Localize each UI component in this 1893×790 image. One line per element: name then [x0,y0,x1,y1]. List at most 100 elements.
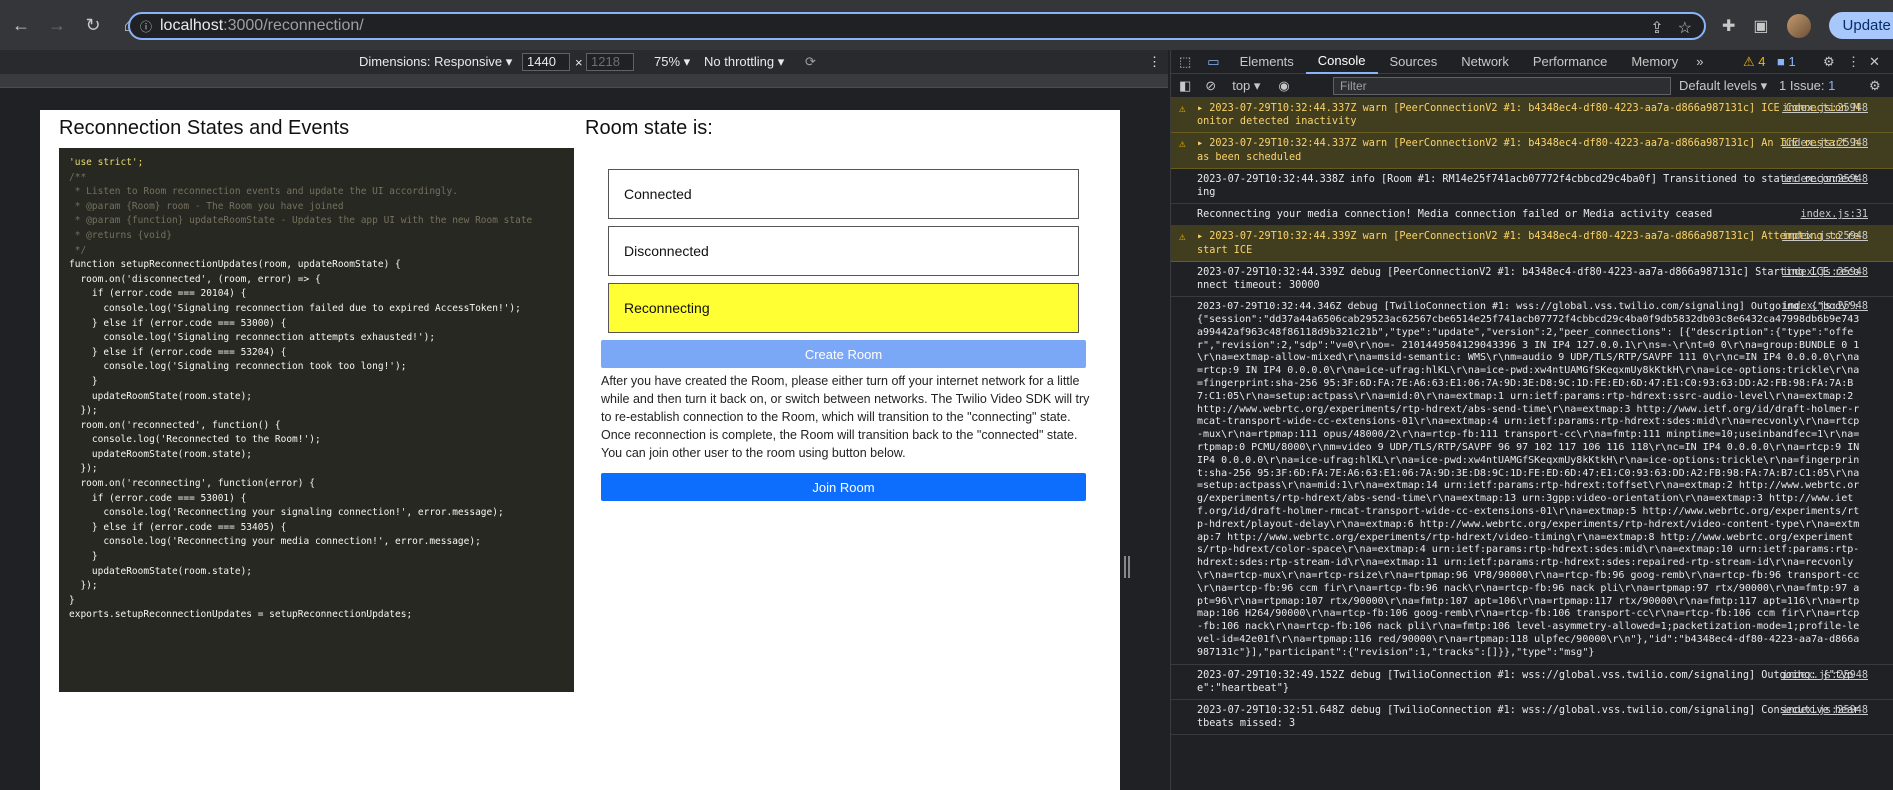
code-line: } else if (error.code === 53000) { [69,317,287,329]
more-tabs-icon[interactable]: » [1690,54,1709,69]
source-link[interactable]: index.js:25948 [1782,301,1868,314]
console-message: 2023-07-29T10:32:44.346Z debug [TwilioCo… [1171,297,1893,665]
code-line: console.log('Signaling reconnection atte… [69,332,436,344]
warning-count[interactable]: ⚠ 4 [1743,54,1766,70]
tab-network[interactable]: Network [1449,50,1521,74]
console-message: 2023-07-29T10:32:51.648Z debug [TwilioCo… [1171,700,1893,736]
web-page: Reconnection States and Events 'use stri… [40,110,1120,790]
extensions-icon[interactable]: ✚ [1722,16,1735,36]
console-messages: ⚠ ▸ 2023-07-29T10:32:44.337Z warn [PeerCo… [1171,98,1893,790]
tab-sources[interactable]: Sources [1378,50,1450,74]
code-line: updateRoomState(room.state); [69,448,253,460]
zoom-label: 75% [654,54,681,69]
create-room-button[interactable]: Create Room [601,340,1086,368]
tab-memory[interactable]: Memory [1619,50,1690,74]
source-link[interactable]: index.js:25948 [1782,230,1868,243]
clear-console-icon[interactable]: ⊘ [1199,78,1222,94]
source-link[interactable]: index.js:25948 [1782,137,1868,150]
share-icon[interactable]: ⇪ [1650,18,1663,38]
dimensions-dropdown[interactable]: Dimensions: Responsive ▾ [359,54,512,70]
console-message: Reconnecting your media connection! Medi… [1171,204,1893,227]
code-block: 'use strict'; /** * Listen to Room reconn… [59,148,574,692]
width-input[interactable]: 1440 [522,53,570,71]
info-count[interactable]: ■ 1 [1777,54,1796,69]
profile-avatar[interactable] [1786,13,1811,38]
code-line: * @returns {void} [69,229,172,241]
join-room-button[interactable]: Join Room [601,473,1086,501]
console-message-text: 2023-07-29T10:32:44.346Z debug [TwilioCo… [1197,301,1860,658]
code-line: }); [69,463,98,475]
warning-icon: ⚠ [1179,230,1186,244]
code-line: function setupReconnectionUpdates(room, … [69,259,401,271]
console-message-text: 2023-07-29T10:32:44.339Z debug [PeerConn… [1197,266,1860,292]
console-message: ⚠ ▸ 2023-07-29T10:32:44.337Z warn [PeerCo… [1171,133,1893,169]
settings-icon[interactable]: ⚙ [1823,54,1835,70]
code-line: } else if (error.code === 53405) { [69,521,287,533]
throttling-dropdown[interactable]: No throttling ▾ [704,54,784,70]
tab-elements[interactable]: Elements [1228,50,1306,74]
source-link[interactable]: index.js:31 [1801,208,1868,221]
close-devtools-icon[interactable]: ✕ [1869,54,1880,70]
code-line: console.log('Reconnecting your signaling… [69,507,504,519]
context-label: top [1232,77,1251,93]
reload-icon[interactable]: ↻ [78,10,108,40]
source-link[interactable]: index.js:25948 [1782,669,1868,682]
side-panel-icon[interactable]: ▣ [1753,16,1768,36]
code-line: console.log('Reconnected to the Room!'); [69,434,321,446]
tab-console[interactable]: Console [1305,50,1378,74]
devtools-panel: ⬚ ▭ Elements Console Sources Network Per… [1170,50,1893,790]
device-toggle-icon[interactable]: ▭ [1199,54,1227,70]
info-count-value: 1 [1788,54,1796,69]
issues-button[interactable]: 1 Issue: 1 [1779,78,1835,93]
rotate-icon[interactable]: ⟳ [805,54,816,70]
console-message: 2023-07-29T10:32:44.338Z info [Room #1: … [1171,169,1893,205]
height-input[interactable]: 1218 [586,53,634,71]
throttling-label: No throttling [704,54,775,69]
page-title: Reconnection States and Events [59,117,350,139]
site-info-icon[interactable]: ⓘ [140,18,160,35]
state-reconnecting: Reconnecting [608,283,1079,333]
url-host: localhost [160,17,224,34]
instructions-text: After you have created the Room, please … [601,374,1090,460]
bookmark-star-icon[interactable]: ☆ [1678,18,1692,38]
update-button[interactable]: Update [1828,12,1893,39]
device-toolbar: Dimensions: Responsive ▾ 1440 × 1218 75%… [0,50,1168,74]
resize-handle[interactable] [1124,556,1130,578]
console-message-text: ▸ 2023-07-29T10:32:44.337Z warn [PeerCon… [1197,103,1860,128]
code-line: */ [69,244,87,256]
log-levels-dropdown[interactable]: Default levels ▾ [1679,78,1767,94]
console-message-text: 2023-07-29T10:32:44.338Z info [Room #1: … [1197,173,1860,199]
code-line: }); [69,580,98,592]
console-message-text: 2023-07-29T10:32:51.648Z debug [TwilioCo… [1197,704,1860,730]
console-settings-icon[interactable]: ⚙ [1869,78,1881,94]
url-path: :3000/reconnection/ [223,17,364,34]
context-selector[interactable]: top ▾ [1222,78,1270,94]
code-line: } [69,594,75,606]
console-message-text: 2023-07-29T10:32:49.152Z debug [TwilioCo… [1197,669,1854,694]
live-expression-icon[interactable]: ◉ [1270,78,1297,94]
console-message: ⚠ ▸ 2023-07-29T10:32:44.339Z warn [PeerCo… [1171,226,1893,262]
console-message-text: ▸ 2023-07-29T10:32:44.337Z warn [PeerCon… [1197,138,1860,163]
inspect-icon[interactable]: ⬚ [1171,54,1199,70]
zoom-dropdown[interactable]: 75% ▾ [654,54,690,70]
devtools-tabs: ⬚ ▭ Elements Console Sources Network Per… [1171,50,1893,74]
source-link[interactable]: index.js:25948 [1782,173,1868,186]
source-link[interactable]: index.js:25948 [1782,102,1868,115]
code-line: } [69,551,98,563]
code-line: updateRoomState(room.state); [69,565,253,577]
console-toolbar: ◧ ⊘ top ▾ ◉ Filter Default levels ▾ 1 Is… [1171,74,1893,98]
warning-icon: ⚠ [1179,137,1186,151]
tab-performance[interactable]: Performance [1521,50,1619,74]
sidebar-toggle-icon[interactable]: ◧ [1171,78,1199,94]
console-filter-input[interactable]: Filter [1333,77,1671,95]
console-message-text: Reconnecting your media connection! Medi… [1197,209,1713,221]
source-link[interactable]: index.js:25948 [1782,266,1868,279]
devtools-more-icon[interactable]: ⋮ [1847,54,1860,70]
console-message-text: ▸ 2023-07-29T10:32:44.339Z warn [PeerCon… [1197,231,1860,256]
code-line: room.on('disconnected', (room, error) =>… [69,273,321,285]
device-more-icon[interactable]: ⋮ [1148,54,1161,70]
source-link[interactable]: index.js:25948 [1782,704,1868,717]
back-icon[interactable]: ← [6,10,36,40]
forward-icon[interactable]: → [42,10,72,40]
address-bar[interactable]: ⓘ localhost:3000/reconnection/ ⇪ ☆ [128,12,1706,40]
